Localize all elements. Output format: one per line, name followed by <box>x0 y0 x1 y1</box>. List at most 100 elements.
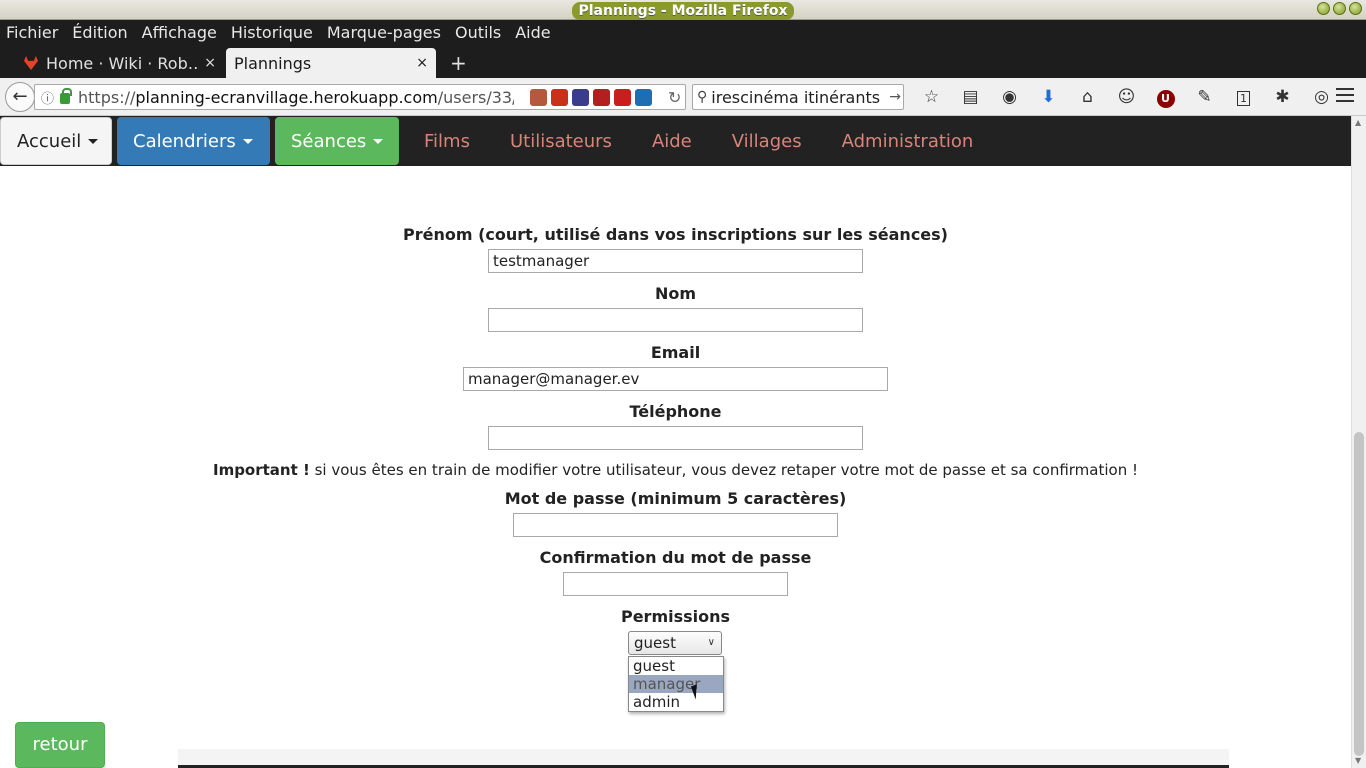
network-icon[interactable]: ✱ <box>1263 86 1302 108</box>
tab-label: Plannings <box>234 53 312 73</box>
retour-button[interactable]: retour <box>15 722 105 768</box>
close-window-icon[interactable] <box>1349 2 1362 15</box>
extension-icon[interactable] <box>614 88 632 106</box>
window-title: Plannings - Mozilla Firefox <box>572 2 794 20</box>
window-controls <box>1317 2 1362 15</box>
toolbar-icons: ☆ ▤ ◉ ⬇ ⌂ ☺ U ✎ 1 ✱ ◎ <box>912 86 1341 108</box>
scroll-down-icon[interactable]: ▼ <box>1355 756 1361 765</box>
nav-link-utilisateurs[interactable]: Utilisateurs <box>490 117 632 165</box>
seances-label: Séances <box>291 130 367 152</box>
permissions-option-guest[interactable]: guest <box>629 657 723 675</box>
bookmark-star-icon[interactable]: ☆ <box>912 86 951 108</box>
url-prefix: https:// <box>78 87 136 107</box>
footer-divider <box>178 749 1229 768</box>
nav-link-administration[interactable]: Administration <box>822 117 994 165</box>
chat-icon[interactable]: ☺ <box>1107 86 1146 108</box>
app-navbar: Accueil Calendriers Séances Films Utilis… <box>0 116 1351 166</box>
menu-aide[interactable]: Aide <box>515 20 550 46</box>
gitlab-icon <box>24 56 38 70</box>
accueil-dropdown-button[interactable]: Accueil <box>0 117 112 165</box>
new-tab-button[interactable]: + <box>450 48 467 78</box>
window-titlebar: Plannings - Mozilla Firefox <box>0 0 1366 20</box>
close-icon[interactable]: × <box>204 55 216 71</box>
calendriers-dropdown-button[interactable]: Calendriers <box>117 117 270 165</box>
menu-affichage[interactable]: Affichage <box>142 20 217 46</box>
scroll-up-icon[interactable]: ▲ <box>1355 118 1361 127</box>
menu-edition[interactable]: Édition <box>72 20 127 46</box>
url-path: /users/33/ <box>437 87 515 107</box>
calendriers-label: Calendriers <box>133 130 236 152</box>
pocket-icon[interactable]: ◉ <box>990 86 1029 108</box>
nav-link-villages[interactable]: Villages <box>712 117 822 165</box>
tab-gitlab-wiki[interactable]: Home · Wiki · Rob… × <box>16 48 224 78</box>
seances-dropdown-button[interactable]: Séances <box>275 117 399 165</box>
nav-link-aide[interactable]: Aide <box>632 117 712 165</box>
close-icon[interactable]: × <box>416 55 428 71</box>
notice-text: si vous êtes en train de modifier votre … <box>309 461 1138 479</box>
download-icon[interactable]: ⬇ <box>1029 86 1068 108</box>
permissions-select[interactable]: guest ∨ <box>628 631 722 655</box>
permissions-selected-value: guest <box>634 634 676 652</box>
extension-icon[interactable] <box>551 88 569 106</box>
telephone-label: Téléphone <box>629 402 722 421</box>
accueil-label: Accueil <box>17 130 82 152</box>
page-scrollbar[interactable]: ▲ ▼ <box>1351 116 1366 768</box>
menu-outils[interactable]: Outils <box>455 20 501 46</box>
menu-fichier[interactable]: Fichier <box>6 20 58 46</box>
extension-icon[interactable] <box>635 88 653 106</box>
reading-list-icon[interactable]: ▤ <box>951 86 990 108</box>
confirm-password-input[interactable] <box>563 572 788 596</box>
password-notice: Important ! si vous êtes en train de mod… <box>0 461 1351 479</box>
nom-label: Nom <box>654 284 697 303</box>
menu-historique[interactable]: Historique <box>231 20 313 46</box>
tab-plannings[interactable]: Plannings × <box>226 48 436 78</box>
caret-down-icon <box>373 138 384 144</box>
confirm-password-label: Confirmation du mot de passe <box>539 548 812 567</box>
reload-icon[interactable]: ↻ <box>668 88 681 107</box>
caret-down-icon <box>242 138 253 144</box>
notice-important: Important ! <box>212 461 310 479</box>
permissions-dropdown-list: guest manager admin <box>628 656 724 712</box>
search-input[interactable]: irescinéma itinérants <box>711 88 887 107</box>
caret-down-icon <box>88 138 99 144</box>
prenom-input[interactable] <box>488 249 863 273</box>
scrollbar-thumb[interactable] <box>1354 432 1364 756</box>
info-icon[interactable]: ⓘ <box>41 88 54 107</box>
tab-strip: Home · Wiki · Rob… × Plannings × + <box>0 46 1366 78</box>
nav-link-films[interactable]: Films <box>404 117 490 165</box>
extension-icon[interactable] <box>530 88 548 106</box>
tab-label: Home · Wiki · Rob… <box>46 53 199 73</box>
prenom-label: Prénom (court, utilisé dans vos inscript… <box>402 225 948 244</box>
url-host: planning-ecranvillage.herokuapp.com <box>135 87 438 107</box>
password-input[interactable] <box>513 513 838 537</box>
arrow-right-icon[interactable]: → <box>889 89 901 105</box>
menu-marque-pages[interactable]: Marque-pages <box>327 20 441 46</box>
extension-icon[interactable] <box>572 88 590 106</box>
url-extension-icons <box>530 88 653 106</box>
navigation-toolbar: ← ⓘ https://planning-ecranvillage.heroku… <box>0 78 1366 116</box>
pen-icon[interactable]: ✎ <box>1185 86 1224 108</box>
home-icon[interactable]: ⌂ <box>1068 86 1107 108</box>
nom-input[interactable] <box>488 308 863 332</box>
maximize-icon[interactable] <box>1333 2 1346 15</box>
url-bar[interactable]: ⓘ https://planning-ecranvillage.herokuap… <box>34 84 686 110</box>
minimize-icon[interactable] <box>1317 2 1330 15</box>
extension-icon[interactable] <box>593 88 611 106</box>
menu-bar: Fichier Édition Affichage Historique Mar… <box>0 20 1366 46</box>
user-edit-form: Prénom (court, utilisé dans vos inscript… <box>0 166 1351 768</box>
permissions-option-admin[interactable]: admin <box>629 693 723 711</box>
chevron-down-icon: ∨ <box>707 637 715 648</box>
ublock-icon[interactable]: U <box>1146 86 1185 108</box>
email-input[interactable] <box>463 367 888 391</box>
search-bar[interactable]: ⚲ irescinéma itinérants → <box>692 84 904 110</box>
email-label: Email <box>650 343 701 362</box>
permissions-label: Permissions <box>620 607 731 626</box>
search-icon: ⚲ <box>697 89 708 105</box>
permissions-option-manager[interactable]: manager <box>629 675 723 693</box>
hamburger-menu-icon[interactable] <box>1336 88 1354 104</box>
telephone-input[interactable] <box>488 426 863 450</box>
url-text[interactable]: https://planning-ecranvillage.herokuapp.… <box>78 88 514 107</box>
back-button[interactable]: ← <box>5 82 35 112</box>
counter-badge-icon[interactable]: 1 <box>1224 86 1263 108</box>
lock-icon[interactable] <box>60 88 73 104</box>
